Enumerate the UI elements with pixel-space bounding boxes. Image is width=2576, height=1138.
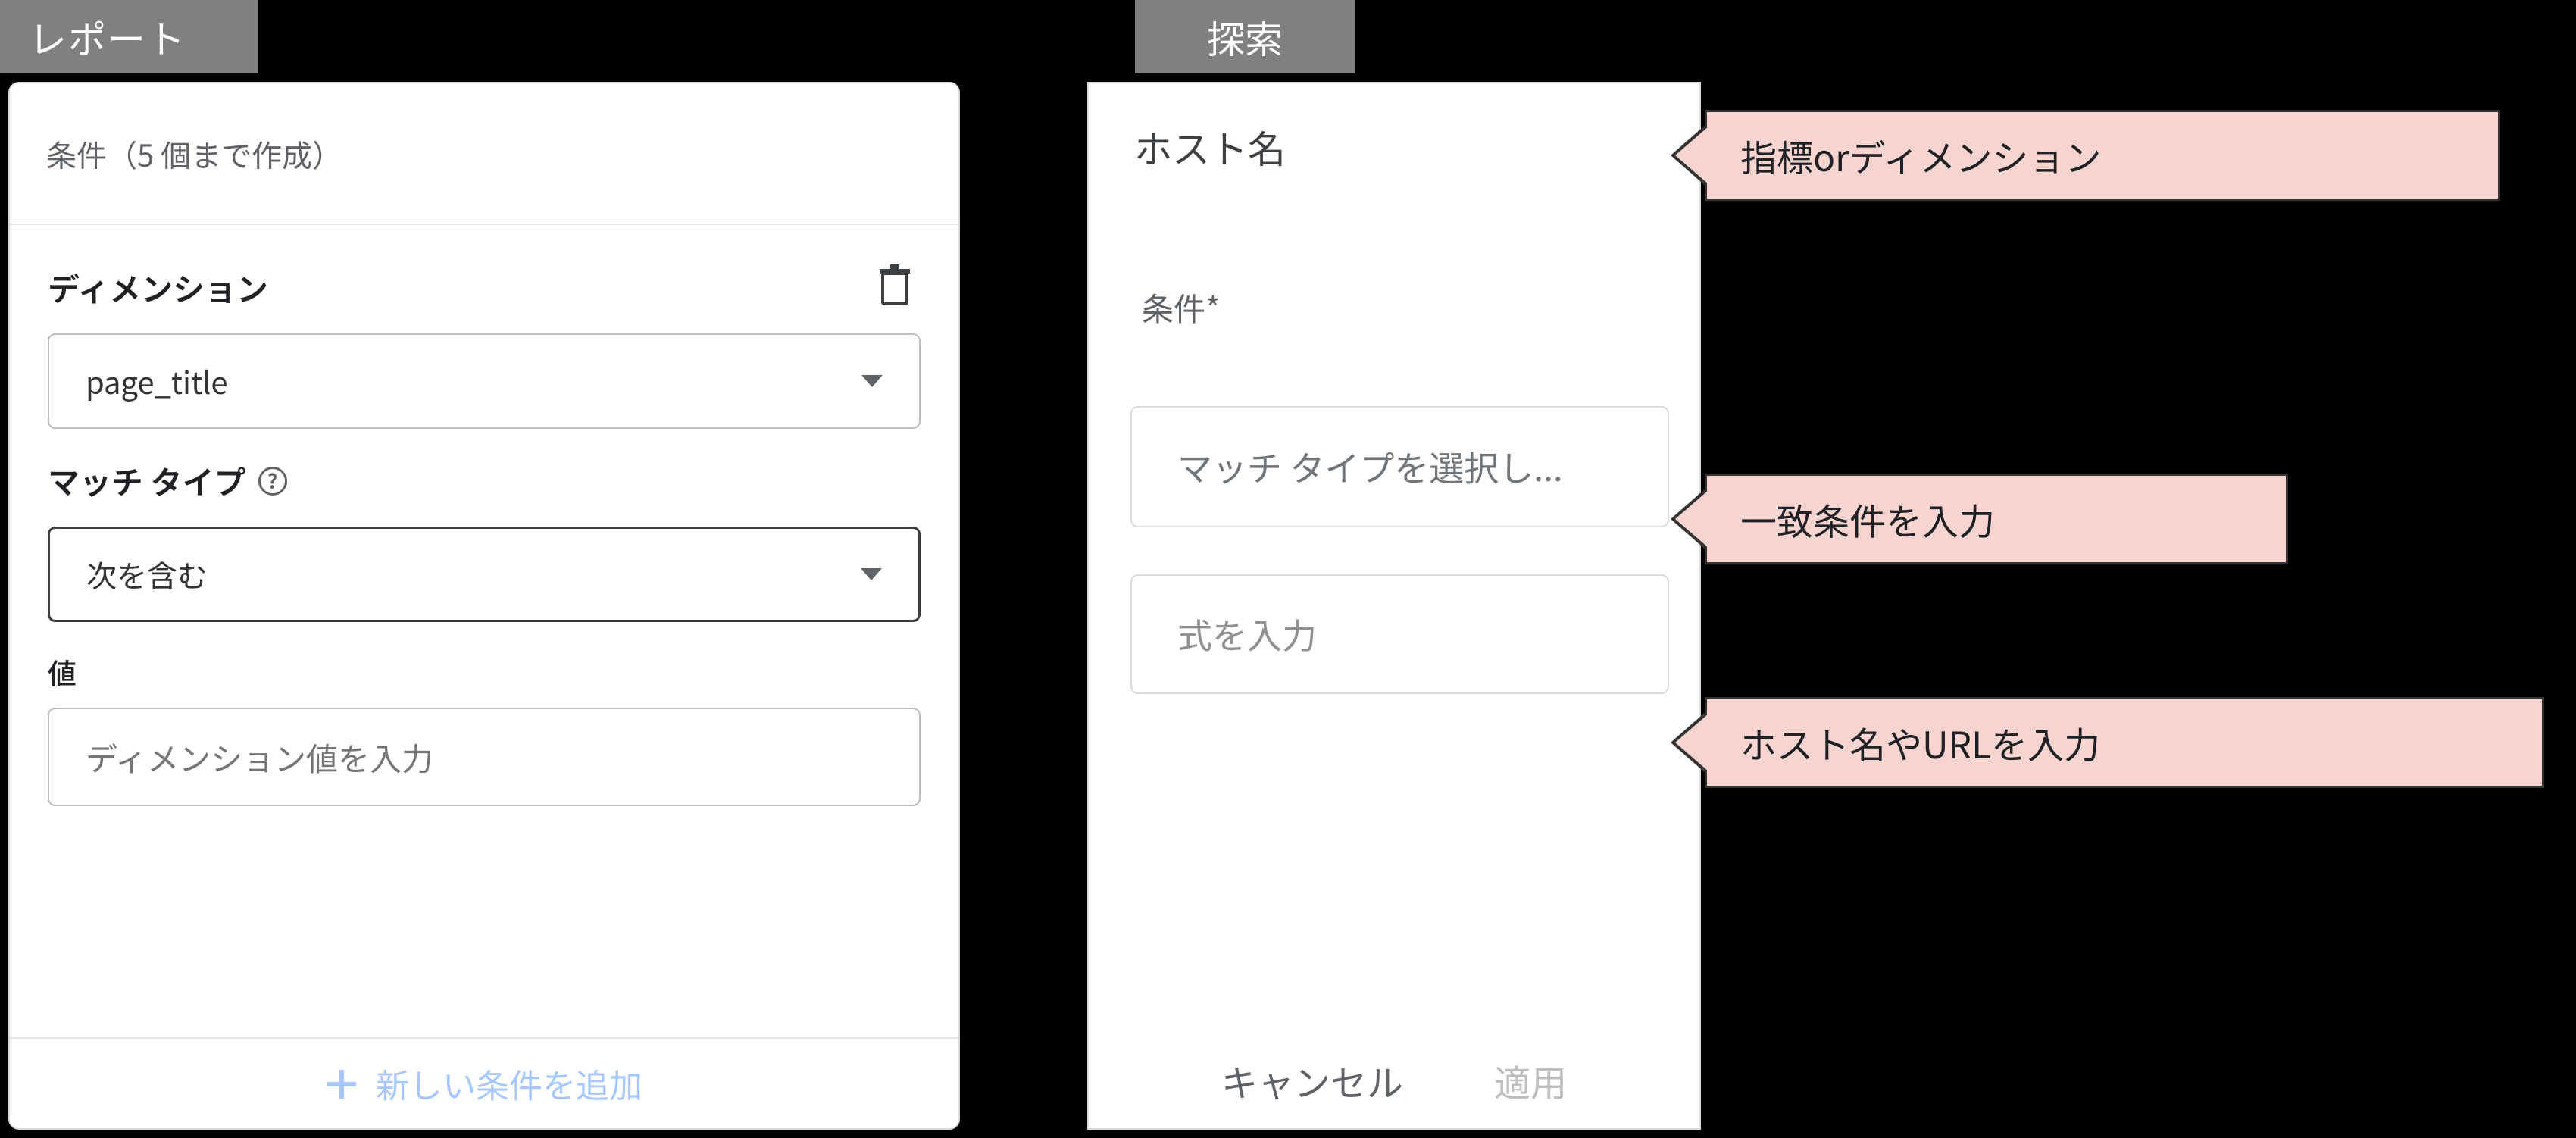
value-label: 値: [48, 651, 958, 692]
help-icon[interactable]: ?: [258, 467, 287, 496]
callout-host-or-url: ホスト名やURLを入力: [1705, 697, 2544, 788]
explore-match-type-select[interactable]: マッチ タイプを選択し...: [1130, 406, 1669, 527]
chevron-down-icon: [861, 568, 882, 580]
match-type-value: 次を含む: [86, 552, 208, 596]
add-condition-button[interactable]: 新しい条件を追加: [10, 1037, 958, 1128]
chevron-down-icon: [861, 375, 883, 387]
report-panel: 条件（5 個まで作成） ディメンション page_title マッチ タイプ ?…: [8, 82, 960, 1130]
conditions-header: 条件（5 個まで作成）: [10, 83, 958, 225]
report-tab[interactable]: レポート: [0, 0, 258, 73]
explore-conditions-label: 条件*: [1142, 284, 1699, 330]
apply-button[interactable]: 適用: [1494, 1054, 1567, 1107]
explore-title: ホスト名: [1089, 83, 1699, 212]
add-condition-label: 新しい条件を追加: [376, 1059, 642, 1108]
cancel-button[interactable]: キャンセル: [1221, 1054, 1403, 1107]
delete-icon[interactable]: [877, 264, 913, 311]
match-type-label-row: マッチ タイプ ?: [48, 458, 958, 504]
dimension-select[interactable]: page_title: [48, 333, 921, 429]
report-tab-label: レポート: [29, 10, 186, 64]
explore-panel: ホスト名 条件* マッチ タイプを選択し... 式を入力 キャンセル 適用: [1087, 82, 1701, 1130]
dimension-value-input[interactable]: ディメンション値を入力: [48, 708, 921, 806]
dimension-select-value: page_title: [86, 359, 228, 403]
explore-match-type-placeholder: マッチ タイプを選択し...: [1177, 442, 1563, 492]
value-placeholder: ディメンション値を入力: [86, 734, 433, 780]
match-type-select[interactable]: 次を含む: [48, 527, 921, 622]
callout-metric-or-dimension: 指標orディメンション: [1705, 110, 2500, 201]
explore-tab-label: 探索: [1207, 10, 1283, 64]
plus-icon: [326, 1068, 356, 1099]
match-type-label: マッチ タイプ: [48, 458, 246, 504]
explore-expression-input[interactable]: 式を入力: [1130, 574, 1669, 694]
explore-tab[interactable]: 探索: [1135, 0, 1355, 73]
callout-text: ホスト名やURLを入力: [1740, 716, 2100, 769]
callout-match-condition: 一致条件を入力: [1705, 474, 2288, 564]
callout-text: 指標orディメンション: [1740, 129, 2101, 182]
explore-expression-placeholder: 式を入力: [1177, 609, 1317, 659]
dimension-label: ディメンション: [48, 264, 268, 311]
callout-text: 一致条件を入力: [1740, 492, 1995, 546]
explore-actions: キャンセル 適用: [1089, 1054, 1699, 1107]
dimension-row: ディメンション: [10, 264, 958, 311]
